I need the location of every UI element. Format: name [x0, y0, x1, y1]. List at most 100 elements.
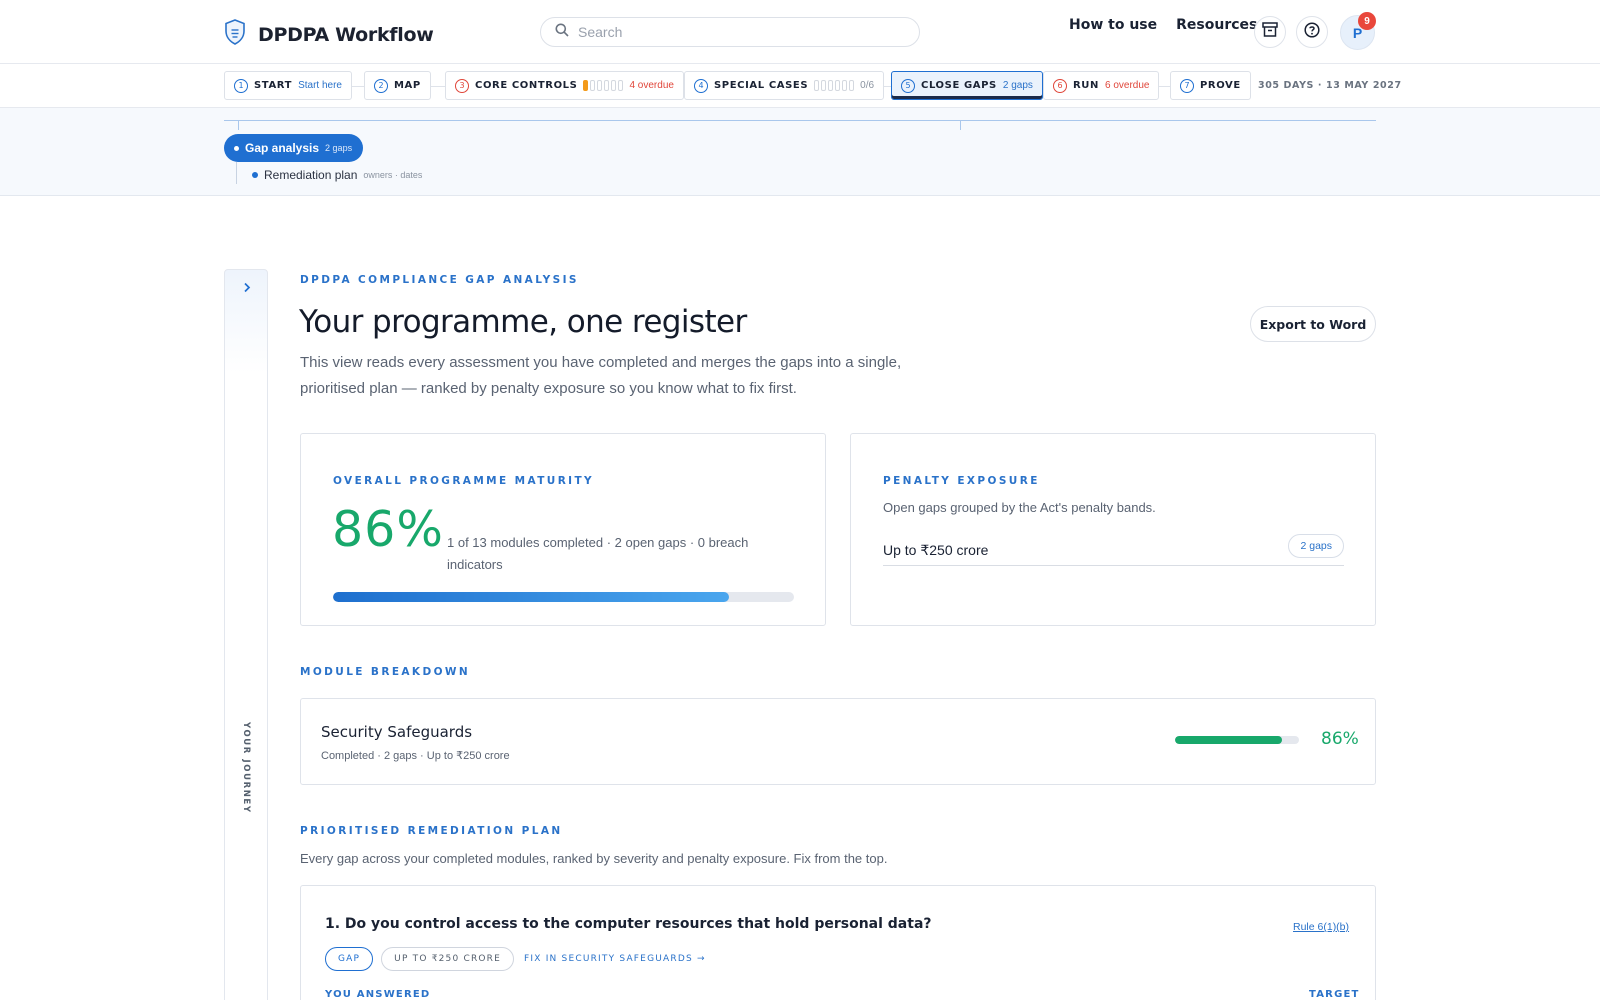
step-close-gaps[interactable]: 5 CLOSE GAPS 2 gaps [891, 71, 1043, 100]
step-progress-bars [583, 80, 624, 91]
module-name: Security Safeguards [321, 723, 473, 741]
progress-segment [590, 80, 596, 91]
export-to-word-button[interactable]: Export to Word [1250, 306, 1376, 342]
module-percent: 86% [1321, 729, 1359, 749]
step-number: 2 [374, 78, 388, 93]
step-number: 5 [901, 78, 915, 93]
app-title: DPDPA Workflow [258, 23, 434, 46]
subnav-item-meta: owners · dates [363, 170, 423, 180]
step-run[interactable]: 6 RUN 6 overdue [1043, 71, 1160, 100]
search-box[interactable] [540, 17, 920, 47]
step-title: MAP [394, 80, 421, 91]
progress-segment [835, 80, 841, 91]
page-intro: This view reads every assessment you hav… [300, 354, 902, 397]
expand-rail-button[interactable] [238, 280, 256, 298]
step-prove[interactable]: 7 PROVE [1170, 71, 1251, 100]
help-button[interactable] [1296, 16, 1328, 48]
archive-button[interactable] [1254, 16, 1286, 48]
step-number: 1 [234, 78, 248, 93]
step-title: SPECIAL CASES [714, 80, 809, 91]
user-menu[interactable]: P 9 [1340, 12, 1376, 50]
penalty-card: PENALTY EXPOSURE Open gaps grouped by th… [850, 433, 1376, 626]
step-number: 6 [1053, 78, 1067, 93]
subnav-item-label: Remediation plan [264, 168, 358, 182]
subnav-item-count: 2 gaps [325, 143, 353, 153]
progress-segment [597, 80, 603, 91]
card-heading: PENALTY EXPOSURE [883, 475, 1040, 487]
step-special-cases[interactable]: 4 SPECIAL CASES 0/6 [684, 71, 885, 100]
notification-badge: 9 [1358, 12, 1376, 30]
remediation-plan-description: Every gap across your completed modules,… [300, 851, 888, 866]
gap-count-badge: 2 gaps [1288, 534, 1344, 558]
gap-question: 1. Do you control access to the computer… [325, 916, 932, 932]
progress-segment [604, 80, 610, 91]
maturity-percent: 86% [332, 501, 444, 558]
progress-segment [583, 80, 589, 91]
subnav-tick [238, 120, 239, 130]
step-title: CLOSE GAPS [921, 80, 997, 91]
rule-reference-link[interactable]: Rule 6(1)(b) [1293, 921, 1349, 933]
step-subtitle: 6 overdue [1105, 80, 1150, 91]
bullet-dot [252, 172, 258, 178]
module-progress-fill [1175, 736, 1282, 744]
rail-label: YOUR JOURNEY [241, 722, 251, 814]
penalty-band-label: Up to ₹250 crore [883, 542, 989, 558]
card-heading: OVERALL PROGRAMME MATURITY [333, 475, 595, 487]
fix-in-module-link[interactable]: FIX IN SECURITY SAFEGUARDS → [524, 954, 706, 964]
subnav-gap-analysis[interactable]: Gap analysis 2 gaps [224, 134, 364, 162]
subnav-tree-line [236, 162, 237, 184]
gap-item-card: 1. Do you control access to the computer… [300, 885, 1376, 1000]
progress-segment [814, 80, 820, 91]
progress-segment [828, 80, 834, 91]
gap-tags: GAP UP TO ₹250 CRORE FIX IN SECURITY SAF… [325, 947, 706, 971]
step-subtitle: 2 gaps [1002, 80, 1033, 91]
penalty-band-tag: UP TO ₹250 CRORE [381, 947, 515, 971]
step-title: RUN [1073, 80, 1099, 91]
maturity-progress-bar [333, 592, 794, 602]
top-header: DPDPA Workflow How to use Resources P 9 [0, 0, 1600, 64]
subnav-remediation-plan[interactable]: Remediation plan owners · dates [252, 168, 422, 182]
resources-label: Resources [1176, 17, 1258, 33]
progress-segment [611, 80, 617, 91]
search-icon [555, 23, 569, 42]
step-subtitle: Start here [298, 80, 342, 91]
step-number: 4 [694, 78, 708, 93]
active-dot [234, 145, 239, 151]
step-number: 7 [1180, 78, 1194, 93]
brand[interactable]: DPDPA Workflow [224, 19, 434, 50]
penalty-description: Open gaps grouped by the Act's penalty b… [883, 500, 1156, 515]
progress-segment [849, 80, 855, 91]
step-subtitle: 0/6 [860, 80, 875, 91]
step-number: 3 [455, 78, 469, 93]
deadline-countdown: 305 DAYS · 13 MAY 2027 [1258, 80, 1402, 91]
step-title: CORE CONTROLS [475, 80, 578, 91]
sub-navigation: Gap analysis 2 gaps Remediation plan own… [0, 108, 1600, 196]
step-subtitle: 4 overdue [629, 80, 674, 91]
progress-segment [821, 80, 827, 91]
subnav-item-label: Gap analysis [245, 141, 320, 155]
archive-icon [1262, 22, 1278, 42]
module-row[interactable]: Security Safeguards Completed · 2 gaps ·… [300, 698, 1376, 785]
maturity-summary: 1 of 13 modules completed · 2 open gaps … [447, 535, 749, 572]
help-icon [1304, 21, 1320, 43]
shield-logo-icon [224, 19, 246, 50]
search-input[interactable] [578, 24, 878, 40]
step-title: START [254, 80, 293, 91]
penalty-band-row: Up to ₹250 crore 2 gaps [883, 532, 1344, 566]
module-breakdown-heading: MODULE BREAKDOWN [300, 666, 471, 678]
progress-segment [842, 80, 848, 91]
remediation-plan-heading: PRIORITISED REMEDIATION PLAN [300, 825, 563, 837]
how-to-use-link[interactable]: How to use [1069, 17, 1157, 33]
target-label: TARGET [1309, 989, 1360, 1000]
gap-tag: GAP [325, 947, 374, 971]
maturity-progress-fill [333, 592, 730, 602]
journey-rail: YOUR JOURNEY [224, 269, 268, 1000]
maturity-card: OVERALL PROGRAMME MATURITY 86% 1 of 13 m… [300, 433, 826, 626]
step-core-controls[interactable]: 3 CORE CONTROLS 4 overdue [445, 71, 684, 100]
progress-segment [618, 80, 624, 91]
page-kicker: DPDPA COMPLIANCE GAP ANALYSIS [300, 274, 579, 286]
subnav-tick [960, 120, 961, 130]
step-map[interactable]: 2 MAP [364, 71, 431, 100]
step-start[interactable]: 1 START Start here [224, 71, 352, 100]
chevron-right-icon [243, 280, 251, 298]
